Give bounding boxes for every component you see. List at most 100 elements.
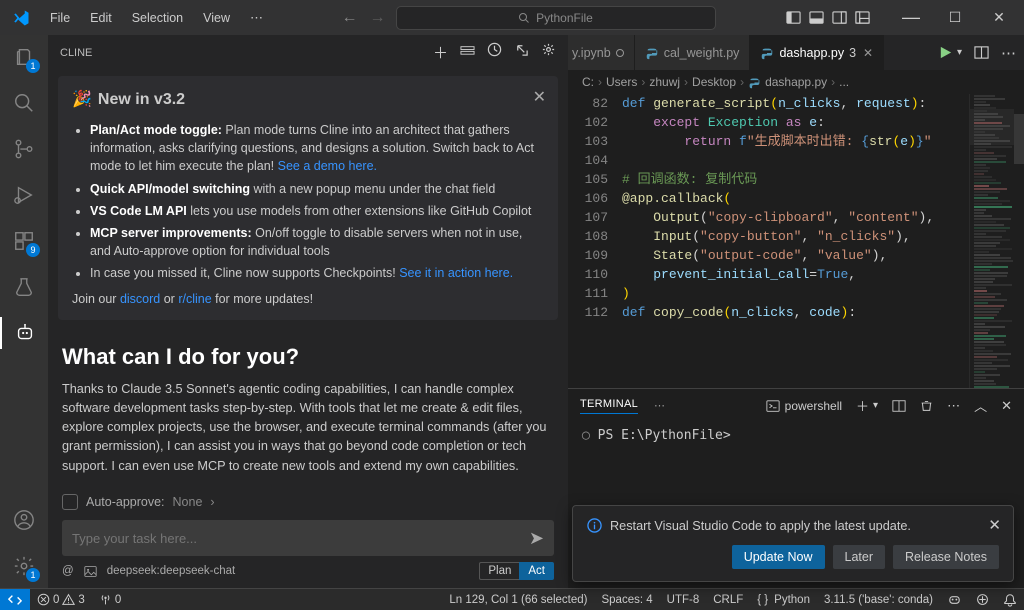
chat-input-container: ➤ [62, 520, 554, 556]
scrollbar-icon[interactable] [1014, 94, 1024, 388]
warning-icon [62, 593, 75, 606]
popout-icon[interactable] [514, 42, 529, 63]
editor-more-icon[interactable]: ⋯ [1001, 44, 1016, 62]
bullet-4: MCP server improvements: On/off toggle t… [90, 224, 544, 260]
radio-tower-icon [99, 593, 112, 606]
search-icon[interactable] [0, 87, 48, 119]
terminal-kill-icon[interactable] [920, 399, 933, 412]
run-file-icon[interactable] [938, 45, 953, 60]
remote-indicator-icon[interactable] [0, 589, 30, 610]
status-eol[interactable]: CRLF [706, 589, 750, 610]
code-editor[interactable]: 82 102 103 104 105 106 107 108 109 110 1… [568, 94, 1024, 388]
tab-close-icon[interactable]: ✕ [863, 46, 873, 60]
status-notifications-icon[interactable] [996, 589, 1024, 610]
tab-cal-weight[interactable]: cal_weight.py [635, 35, 751, 70]
send-icon[interactable]: ➤ [529, 528, 544, 549]
testing-icon[interactable] [0, 271, 48, 303]
status-language[interactable]: { }Python [750, 589, 817, 610]
terminal-tab[interactable]: TERMINAL [580, 398, 638, 414]
bullet-3: VS Code LM API lets you use models from … [90, 202, 544, 220]
panel-settings-icon[interactable] [541, 42, 556, 63]
release-notes-button[interactable]: Release Notes [893, 545, 999, 569]
status-interpreter[interactable]: 3.11.5 ('base': conda) [817, 589, 940, 610]
status-problems[interactable]: 0 3 [30, 589, 92, 610]
notification-close-icon[interactable]: ✕ [988, 516, 1001, 534]
chat-input[interactable] [72, 531, 492, 546]
split-editor-icon[interactable] [974, 45, 989, 60]
terminal-split-icon[interactable] [892, 399, 906, 413]
bullet-5: In case you missed it, Cline now support… [90, 264, 544, 282]
new-task-icon[interactable]: ＋ [433, 42, 448, 63]
status-ports[interactable]: 0 [92, 589, 128, 610]
rcline-link[interactable]: r/cline [178, 292, 211, 306]
checkpoints-link[interactable]: See it in action here. [399, 266, 513, 280]
terminal-shell-label[interactable]: powershell [766, 399, 842, 413]
history-icon[interactable] [487, 42, 502, 63]
status-copilot-icon[interactable] [940, 589, 969, 610]
status-prettier-icon[interactable] [969, 589, 996, 610]
nav-forward-icon[interactable]: → [370, 9, 386, 27]
source-control-icon[interactable] [0, 133, 48, 165]
python-file-icon [748, 76, 761, 89]
card-close-icon[interactable]: ✕ [533, 86, 546, 109]
whats-new-card: ✕ 🎉 New in v3.2 Plan/Act mode toggle: Pl… [58, 76, 558, 320]
explorer-icon[interactable]: 1 [0, 41, 48, 73]
status-indent[interactable]: Spaces: 4 [594, 589, 659, 610]
breadcrumbs[interactable]: C:› Users› zhuwj› Desktop› dashapp.py› .… [568, 70, 1024, 94]
run-dropdown-icon[interactable]: ▾ [957, 47, 962, 58]
update-notification: ✕ Restart Visual Studio Code to apply th… [572, 505, 1014, 582]
update-now-button[interactable]: Update Now [732, 545, 825, 569]
command-center-label: PythonFile [536, 11, 593, 25]
menu-edit[interactable]: Edit [82, 7, 120, 29]
tab-dashapp[interactable]: dashapp.py 3 ✕ [750, 35, 884, 70]
minimap[interactable]: /* decorative lines */ [969, 94, 1024, 388]
menu-selection[interactable]: Selection [124, 7, 191, 29]
status-encoding[interactable]: UTF-8 [660, 589, 707, 610]
cline-panel: CLINE ＋ ✕ 🎉 New in v3.2 Plan/Act mode to… [48, 35, 568, 588]
accounts-icon[interactable] [0, 504, 48, 536]
command-center[interactable]: PythonFile [396, 6, 716, 30]
mode-act-button[interactable]: Act [519, 562, 554, 580]
auto-approve-checkbox-icon[interactable] [62, 494, 78, 510]
auto-approve-toggle[interactable]: Auto-approve: None › [62, 494, 554, 510]
layout-customize-icon[interactable] [855, 10, 870, 25]
window-close-icon[interactable]: ✕ [982, 9, 1016, 26]
terminal-new-dropdown-icon[interactable]: ▾ [873, 400, 878, 411]
menu-file[interactable]: File [42, 7, 78, 29]
menu-more-icon[interactable]: ⋯ [242, 6, 271, 30]
later-button[interactable]: Later [833, 545, 886, 569]
settings-icon[interactable]: 1 [0, 550, 48, 582]
info-icon [587, 518, 602, 533]
cline-icon[interactable] [0, 317, 48, 349]
layout-panel-icon[interactable] [809, 10, 824, 25]
discord-link[interactable]: discord [120, 292, 160, 306]
window-minimize-icon[interactable]: — [894, 7, 928, 28]
line-numbers: 82 102 103 104 105 106 107 108 109 110 1… [568, 94, 622, 388]
error-icon [37, 593, 50, 606]
mode-plan-button[interactable]: Plan [479, 562, 519, 580]
titlebar: File Edit Selection View ⋯ ← → PythonFil… [0, 0, 1024, 35]
panel-more-actions-icon[interactable]: ⋯ [947, 398, 960, 414]
extensions-icon[interactable]: 9 [0, 225, 48, 257]
panel-close-icon[interactable]: ✕ [1001, 398, 1012, 414]
notification-message: Restart Visual Studio Code to apply the … [610, 519, 911, 533]
layout-sidebar-left-icon[interactable] [786, 10, 801, 25]
mcp-icon[interactable] [460, 42, 475, 63]
image-attach-icon[interactable] [84, 565, 97, 578]
layout-sidebar-right-icon[interactable] [832, 10, 847, 25]
panel-more-icon[interactable]: ⋯ [654, 399, 665, 412]
status-cursor[interactable]: Ln 129, Col 1 (66 selected) [442, 589, 594, 610]
mode-toggle: Plan Act [479, 562, 554, 580]
claude-link[interactable]: Claude 3.5 Sonnet's agentic coding capab… [121, 382, 390, 396]
model-label[interactable]: deepseek:deepseek-chat [107, 565, 236, 577]
menu-view[interactable]: View [195, 7, 238, 29]
demo-link[interactable]: See a demo here. [278, 159, 377, 173]
window-maximize-icon[interactable]: ☐ [938, 9, 972, 26]
nav-back-icon[interactable]: ← [342, 9, 358, 27]
terminal-new-icon[interactable]: ＋ [856, 396, 869, 415]
tab-ipynb[interactable]: y.ipynb [568, 35, 635, 70]
bullet-1: Plan/Act mode toggle: Plan mode turns Cl… [90, 121, 544, 175]
at-icon[interactable]: @ [62, 565, 74, 577]
run-debug-icon[interactable] [0, 179, 48, 211]
panel-maximize-icon[interactable]: ︿ [974, 396, 987, 415]
